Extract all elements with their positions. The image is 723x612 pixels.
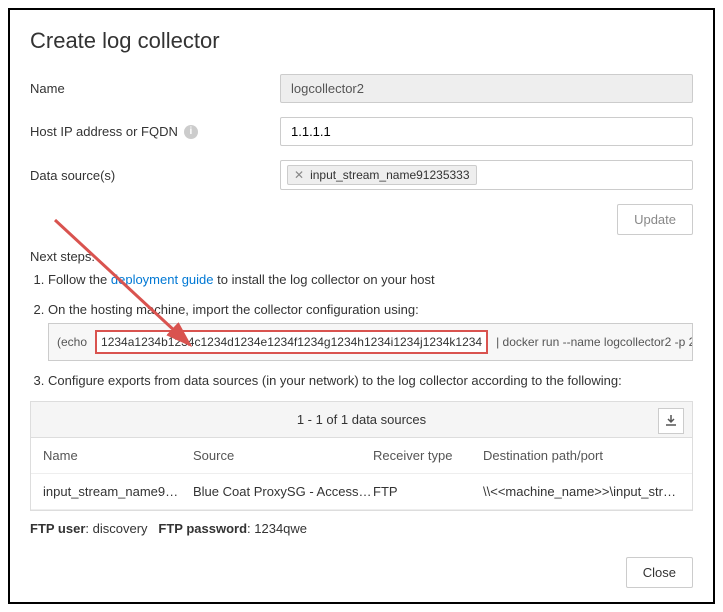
close-button[interactable]: Close (626, 557, 693, 588)
step1-post: to install the log collector on your hos… (214, 272, 435, 287)
name-field: logcollector2 (280, 74, 693, 103)
data-sources-header: 1 - 1 of 1 data sources (31, 402, 692, 438)
ftp-pass-label: FTP password (158, 521, 247, 536)
table-row[interactable]: input_stream_name9… Blue Coat ProxySG - … (31, 474, 692, 510)
name-label: Name (30, 81, 280, 96)
sources-tagbox[interactable]: ✕ input_stream_name91235333 (280, 160, 693, 190)
ftp-user-value: discovery (93, 521, 148, 536)
sources-label: Data source(s) (30, 168, 280, 183)
data-sources-count: 1 - 1 of 1 data sources (297, 412, 426, 427)
deployment-guide-link[interactable]: deployment guide (111, 272, 214, 287)
source-tag[interactable]: ✕ input_stream_name91235333 (287, 165, 477, 185)
step1-pre: Follow the (48, 272, 111, 287)
cell-name: input_stream_name9… (43, 484, 193, 499)
host-label-text: Host IP address or FQDN (30, 124, 178, 139)
step-3: Configure exports from data sources (in … (48, 371, 693, 391)
step-2: On the hosting machine, import the colle… (48, 300, 693, 362)
source-tag-label: input_stream_name91235333 (310, 168, 469, 182)
download-button[interactable] (658, 408, 684, 434)
col-receiver: Receiver type (373, 448, 483, 463)
auth-token: 1234a1234b1234c1234d1234e1234f1234g1234h… (95, 330, 488, 354)
code-pre: (echo (57, 333, 87, 351)
code-post: | docker run --name logcollector2 -p 21:… (496, 333, 693, 351)
host-input[interactable] (280, 117, 693, 146)
command-box[interactable]: (echo 1234a1234b1234c1234d1234e1234f1234… (48, 323, 693, 361)
col-source: Source (193, 448, 373, 463)
ftp-pass-value: 1234qwe (254, 521, 307, 536)
credentials: FTP user: discovery FTP password: 1234qw… (30, 521, 693, 536)
data-sources-table: 1 - 1 of 1 data sources Name Source Rece… (30, 401, 693, 511)
next-steps-heading: Next steps: (30, 249, 693, 264)
ftp-user-label: FTP user (30, 521, 85, 536)
remove-tag-icon[interactable]: ✕ (294, 168, 304, 182)
table-header-row: Name Source Receiver type Destination pa… (31, 438, 692, 474)
col-name: Name (43, 448, 193, 463)
dialog-title: Create log collector (30, 28, 693, 54)
step2-text: On the hosting machine, import the colle… (48, 302, 419, 317)
col-destination: Destination path/port (483, 448, 680, 463)
download-icon (665, 415, 677, 427)
cell-destination: \\<<machine_name>>\input_stre… (483, 484, 680, 499)
cell-source: Blue Coat ProxySG - Access l… (193, 484, 373, 499)
update-button[interactable]: Update (617, 204, 693, 235)
step-1: Follow the deployment guide to install t… (48, 270, 693, 290)
host-label: Host IP address or FQDN i (30, 124, 280, 139)
cell-receiver: FTP (373, 484, 483, 499)
info-icon[interactable]: i (184, 125, 198, 139)
